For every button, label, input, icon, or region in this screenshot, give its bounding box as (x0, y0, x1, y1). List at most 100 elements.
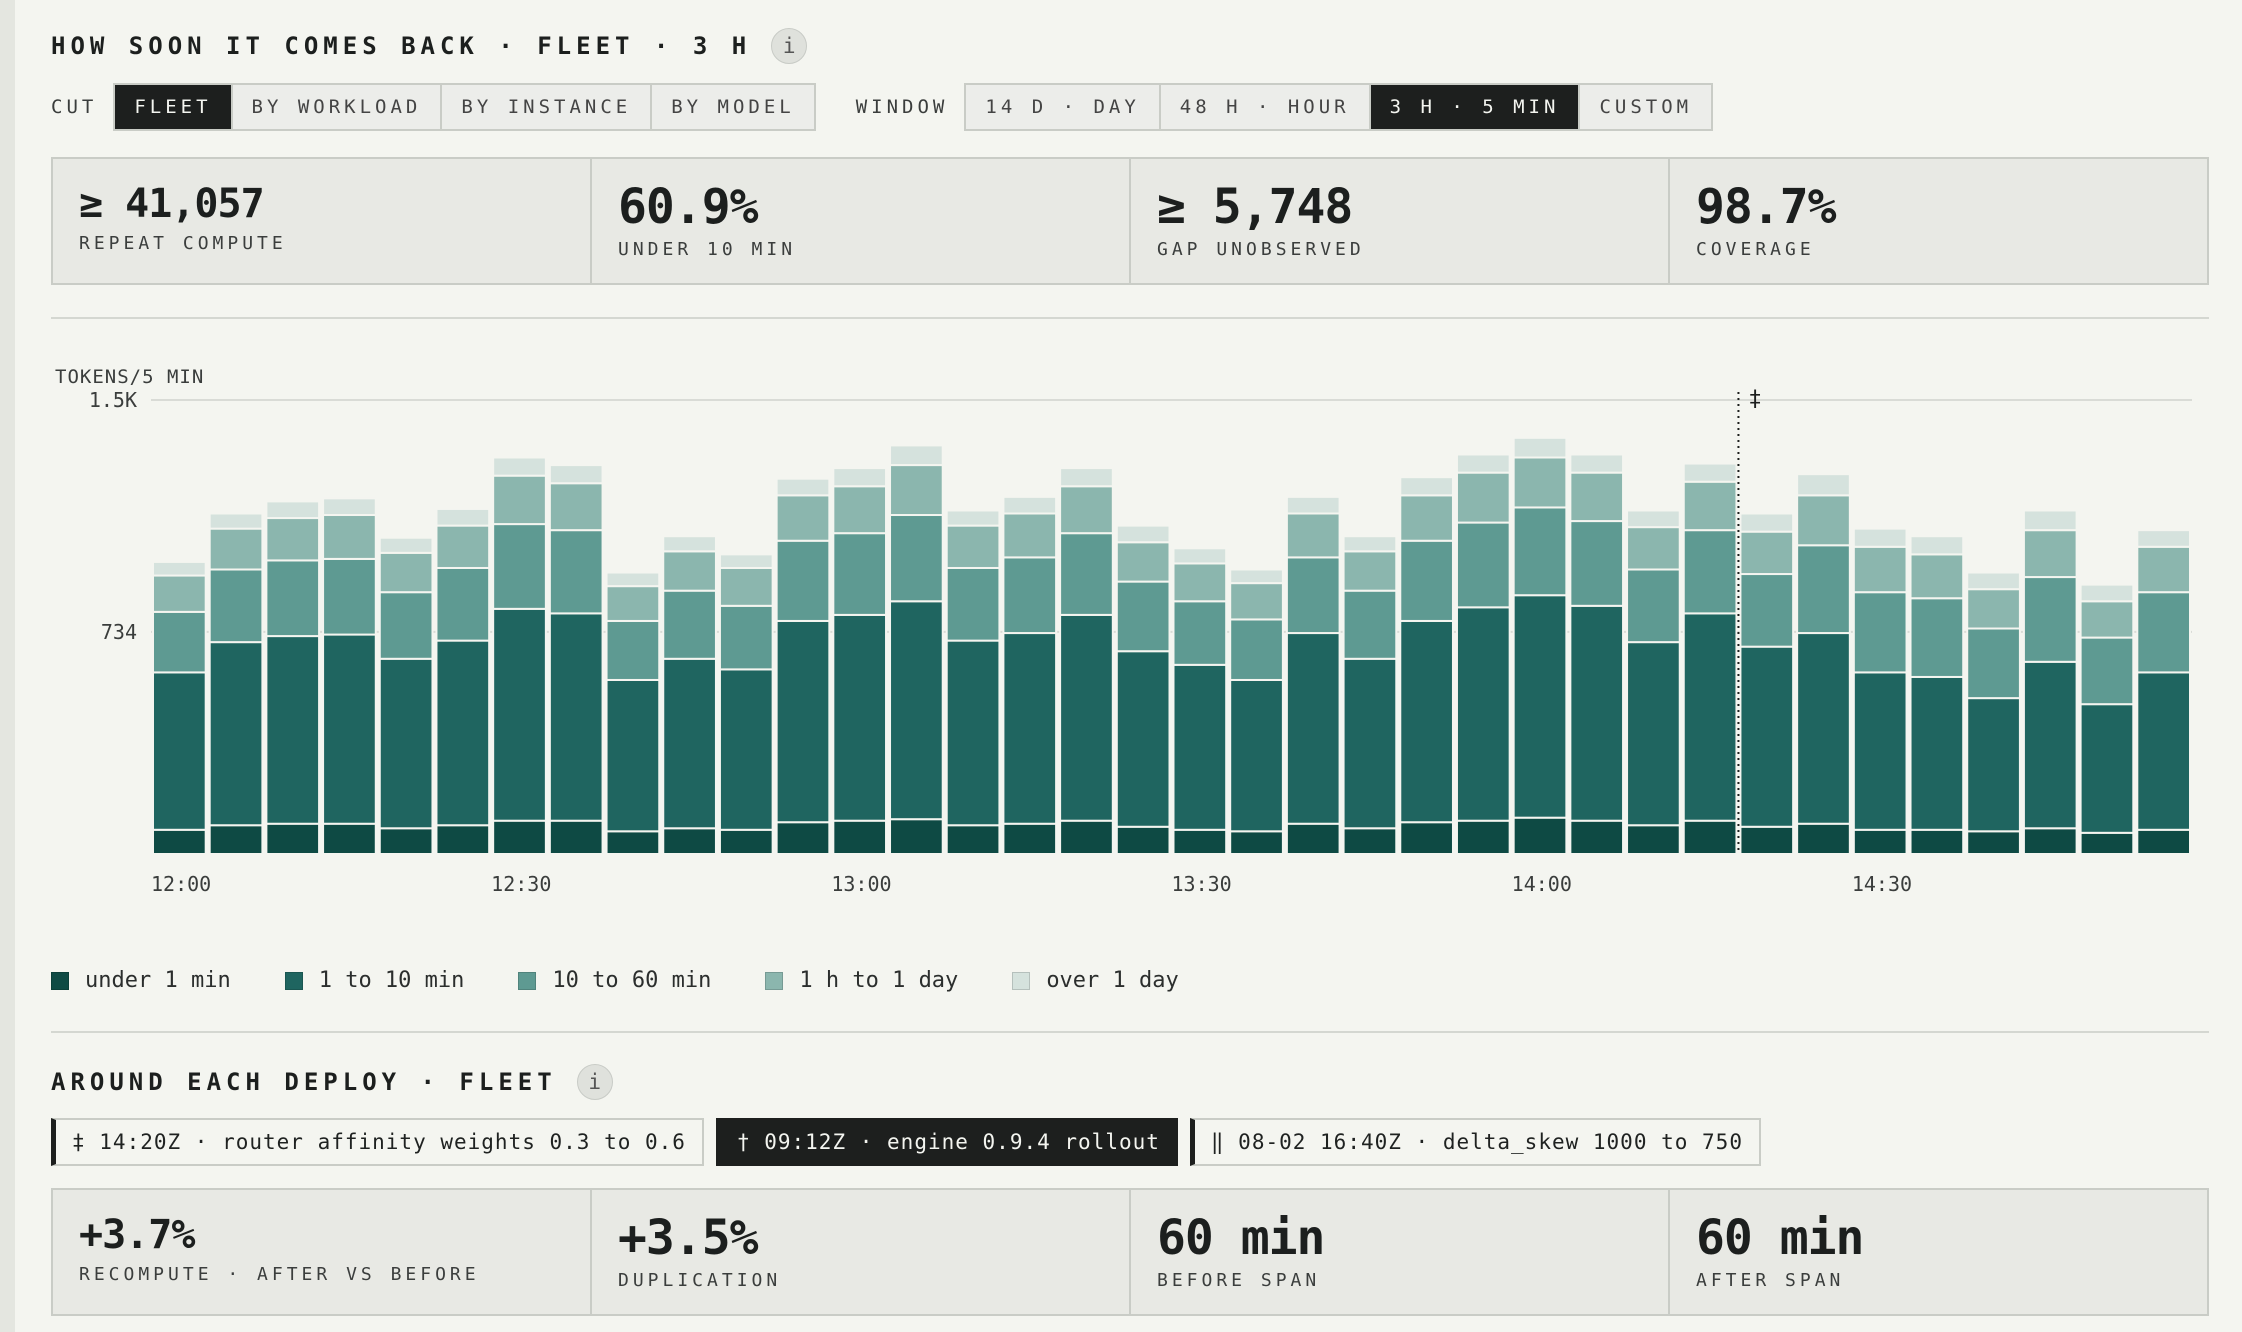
bar-segment-1-h-to-1-day (2136, 545, 2192, 594)
deploy-marker-symbol: ‡ (1748, 387, 1761, 412)
bar-segment-10-to-60-min (1002, 556, 1058, 635)
cut-label: CUT (51, 96, 98, 118)
kpi-label: BEFORE SPAN (1157, 1270, 1321, 1291)
info-icon[interactable]: i (771, 28, 808, 64)
bar-segment-10-to-60-min (2022, 576, 2078, 663)
kpi-under-10-min: 60.9% UNDER 10 MIN (592, 159, 1131, 283)
bar-segment-under-1-min (1909, 828, 1965, 855)
bar-segment-10-to-60-min (775, 539, 831, 622)
bar-segment-10-to-60-min (1739, 573, 1795, 648)
bar-segment-1-h-to-1-day (435, 524, 491, 569)
bar-segment-10-to-60-min (945, 566, 1001, 642)
bar-segment-1-h-to-1-day (945, 524, 1001, 569)
bar-segment-1-h-to-1-day (1966, 588, 2021, 630)
x-tick-label: 14:30 (1852, 872, 1912, 896)
bar-segment-10-to-60-min (1682, 529, 1738, 615)
deploy-chip-delta-skew[interactable]: ‖ 08-02 16:40Z · delta_skew 1000 to 750 (1189, 1118, 1761, 1166)
deploy-chip-engine-rollout[interactable]: † 09:12Z · engine 0.9.4 rollout (715, 1118, 1178, 1166)
bar-segment-1-h-to-1-day (718, 566, 774, 607)
legend-item-1-h-to-1-day[interactable]: 1 h to 1 day (765, 968, 958, 993)
legend-swatch (51, 971, 69, 990)
bar-segment-1-h-to-1-day (152, 574, 207, 613)
window-option-3h[interactable]: 3 H · 5 MIN (1370, 85, 1581, 129)
bar-segment-10-to-60-min (378, 591, 434, 660)
bar-segment-1-h-to-1-day (1342, 550, 1398, 592)
legend-item-1-to-10-min[interactable]: 1 to 10 min (284, 968, 465, 993)
bar-segment-10-to-60-min (718, 604, 774, 671)
cut-option-by-workload[interactable]: BY WORKLOAD (232, 85, 443, 129)
bar-segment-over-1-day (1172, 547, 1228, 565)
bar-segment-under-1-min (605, 830, 661, 855)
bar-segment-1-to-10-min (832, 613, 888, 822)
legend-swatch (1012, 971, 1031, 990)
legend-label: 1 to 10 min (318, 968, 465, 993)
bar-segment-10-to-60-min (1172, 600, 1228, 666)
kpi-value: 60.9% (618, 179, 759, 235)
bar-segment-1-to-10-min (1682, 612, 1738, 822)
bar-segment-under-1-min (2079, 831, 2135, 855)
cut-option-by-instance[interactable]: BY INSTANCE (442, 85, 653, 129)
legend-item-10-to-60-min[interactable]: 10 to 60 min (518, 968, 711, 993)
bar-segment-1-to-10-min (662, 657, 717, 830)
legend-label: under 1 min (85, 968, 231, 993)
bar-segment-under-1-min (1342, 827, 1398, 856)
kpi-after-span: 60 min AFTER SPAN (1670, 1190, 2207, 1314)
bar-segment-10-to-60-min (1455, 521, 1511, 609)
bar-segment-1-h-to-1-day (1626, 526, 1681, 571)
bar-segment-1-to-10-min (1399, 619, 1454, 824)
legend-item-under-1-min[interactable]: under 1 min (51, 968, 231, 993)
bar-segment-under-1-min (152, 828, 207, 855)
bar-segment-1-h-to-1-day (322, 514, 377, 560)
kpi-row: ≥ 41,057 REPEAT COMPUTE 60.9% UNDER 10 M… (51, 157, 2209, 285)
bar-segment-1-h-to-1-day (832, 485, 888, 535)
bar-segment-1-to-10-min (945, 639, 1001, 827)
legend-label: over 1 day (1046, 968, 1179, 993)
bar-segment-under-1-min (1455, 819, 1511, 855)
section-header: HOW SOON IT COMES BACK · FLEET · 3 H i (51, 28, 808, 64)
bar-segment-10-to-60-min (662, 589, 717, 660)
bar-segment-over-1-day (1852, 527, 1908, 548)
bar-segment-10-to-60-min (492, 523, 547, 610)
bar-segment-over-1-day (1229, 568, 1284, 585)
bar-segment-over-1-day (322, 497, 377, 517)
bar-segment-1-h-to-1-day (1796, 494, 1851, 547)
kpi-label: AFTER SPAN (1696, 1270, 1845, 1291)
bar-segment-under-1-min (1399, 821, 1454, 856)
bar-segment-under-1-min (1852, 828, 1908, 855)
bar-segment-1-to-10-min (1229, 678, 1284, 833)
legend-swatch (518, 971, 537, 990)
bar-segment-under-1-min (208, 824, 264, 856)
bar-segment-1-to-10-min (1796, 632, 1851, 825)
bar-segment-1-to-10-min (1852, 671, 1908, 831)
bar-segment-under-1-min (492, 819, 547, 855)
legend-swatch (284, 971, 303, 990)
info-icon[interactable]: i (576, 1064, 613, 1100)
bar-segment-over-1-day (1002, 495, 1058, 515)
bar-segment-under-1-min (1739, 825, 1795, 856)
stacked-bar-chart: TOKENS/5 MIN 734 1.5K ‡ 12:00 12:30 13:00 13:30… (55, 366, 2192, 896)
kpi-value: 98.7% (1696, 179, 1837, 235)
y-axis-label: TOKENS/5 MIN (55, 366, 204, 388)
bar-segment-1-to-10-min (1626, 641, 1681, 827)
cut-option-fleet[interactable]: FLEET (115, 85, 233, 129)
bar-segment-over-1-day (1739, 512, 1795, 533)
bar-segment-over-1-day (1626, 509, 1681, 529)
window-option-custom[interactable]: CUSTOM (1580, 85, 1712, 129)
kpi-value: +3.7% (79, 1212, 195, 1258)
kpi-label: UNDER 10 MIN (618, 239, 797, 260)
bar-segment-under-1-min (1172, 828, 1228, 855)
bar-segment-over-1-day (1455, 453, 1511, 474)
bar-segment-10-to-60-min (1059, 532, 1114, 616)
window-option-14d[interactable]: 14 D · DAY (966, 85, 1161, 129)
bar-segment-10-to-60-min (1229, 618, 1284, 681)
legend-swatch (765, 971, 784, 990)
filter-controls: CUT FLEET BY WORKLOAD BY INSTANCE BY MOD… (51, 83, 1714, 131)
bar-segment-10-to-60-min (1966, 627, 2021, 700)
deploy-chip-router-affinity[interactable]: ‡ 14:20Z · router affinity weights 0.3 t… (51, 1118, 704, 1166)
cut-option-by-model[interactable]: BY MODEL (652, 85, 814, 129)
window-option-48h[interactable]: 48 H · HOUR (1160, 85, 1371, 129)
x-tick-label: 13:00 (831, 872, 891, 896)
legend-item-over-1-day[interactable]: over 1 day (1012, 968, 1179, 993)
bar-segment-1-h-to-1-day (1002, 512, 1058, 559)
deploy-section-title: AROUND EACH DEPLOY · FLEET (51, 1068, 557, 1096)
